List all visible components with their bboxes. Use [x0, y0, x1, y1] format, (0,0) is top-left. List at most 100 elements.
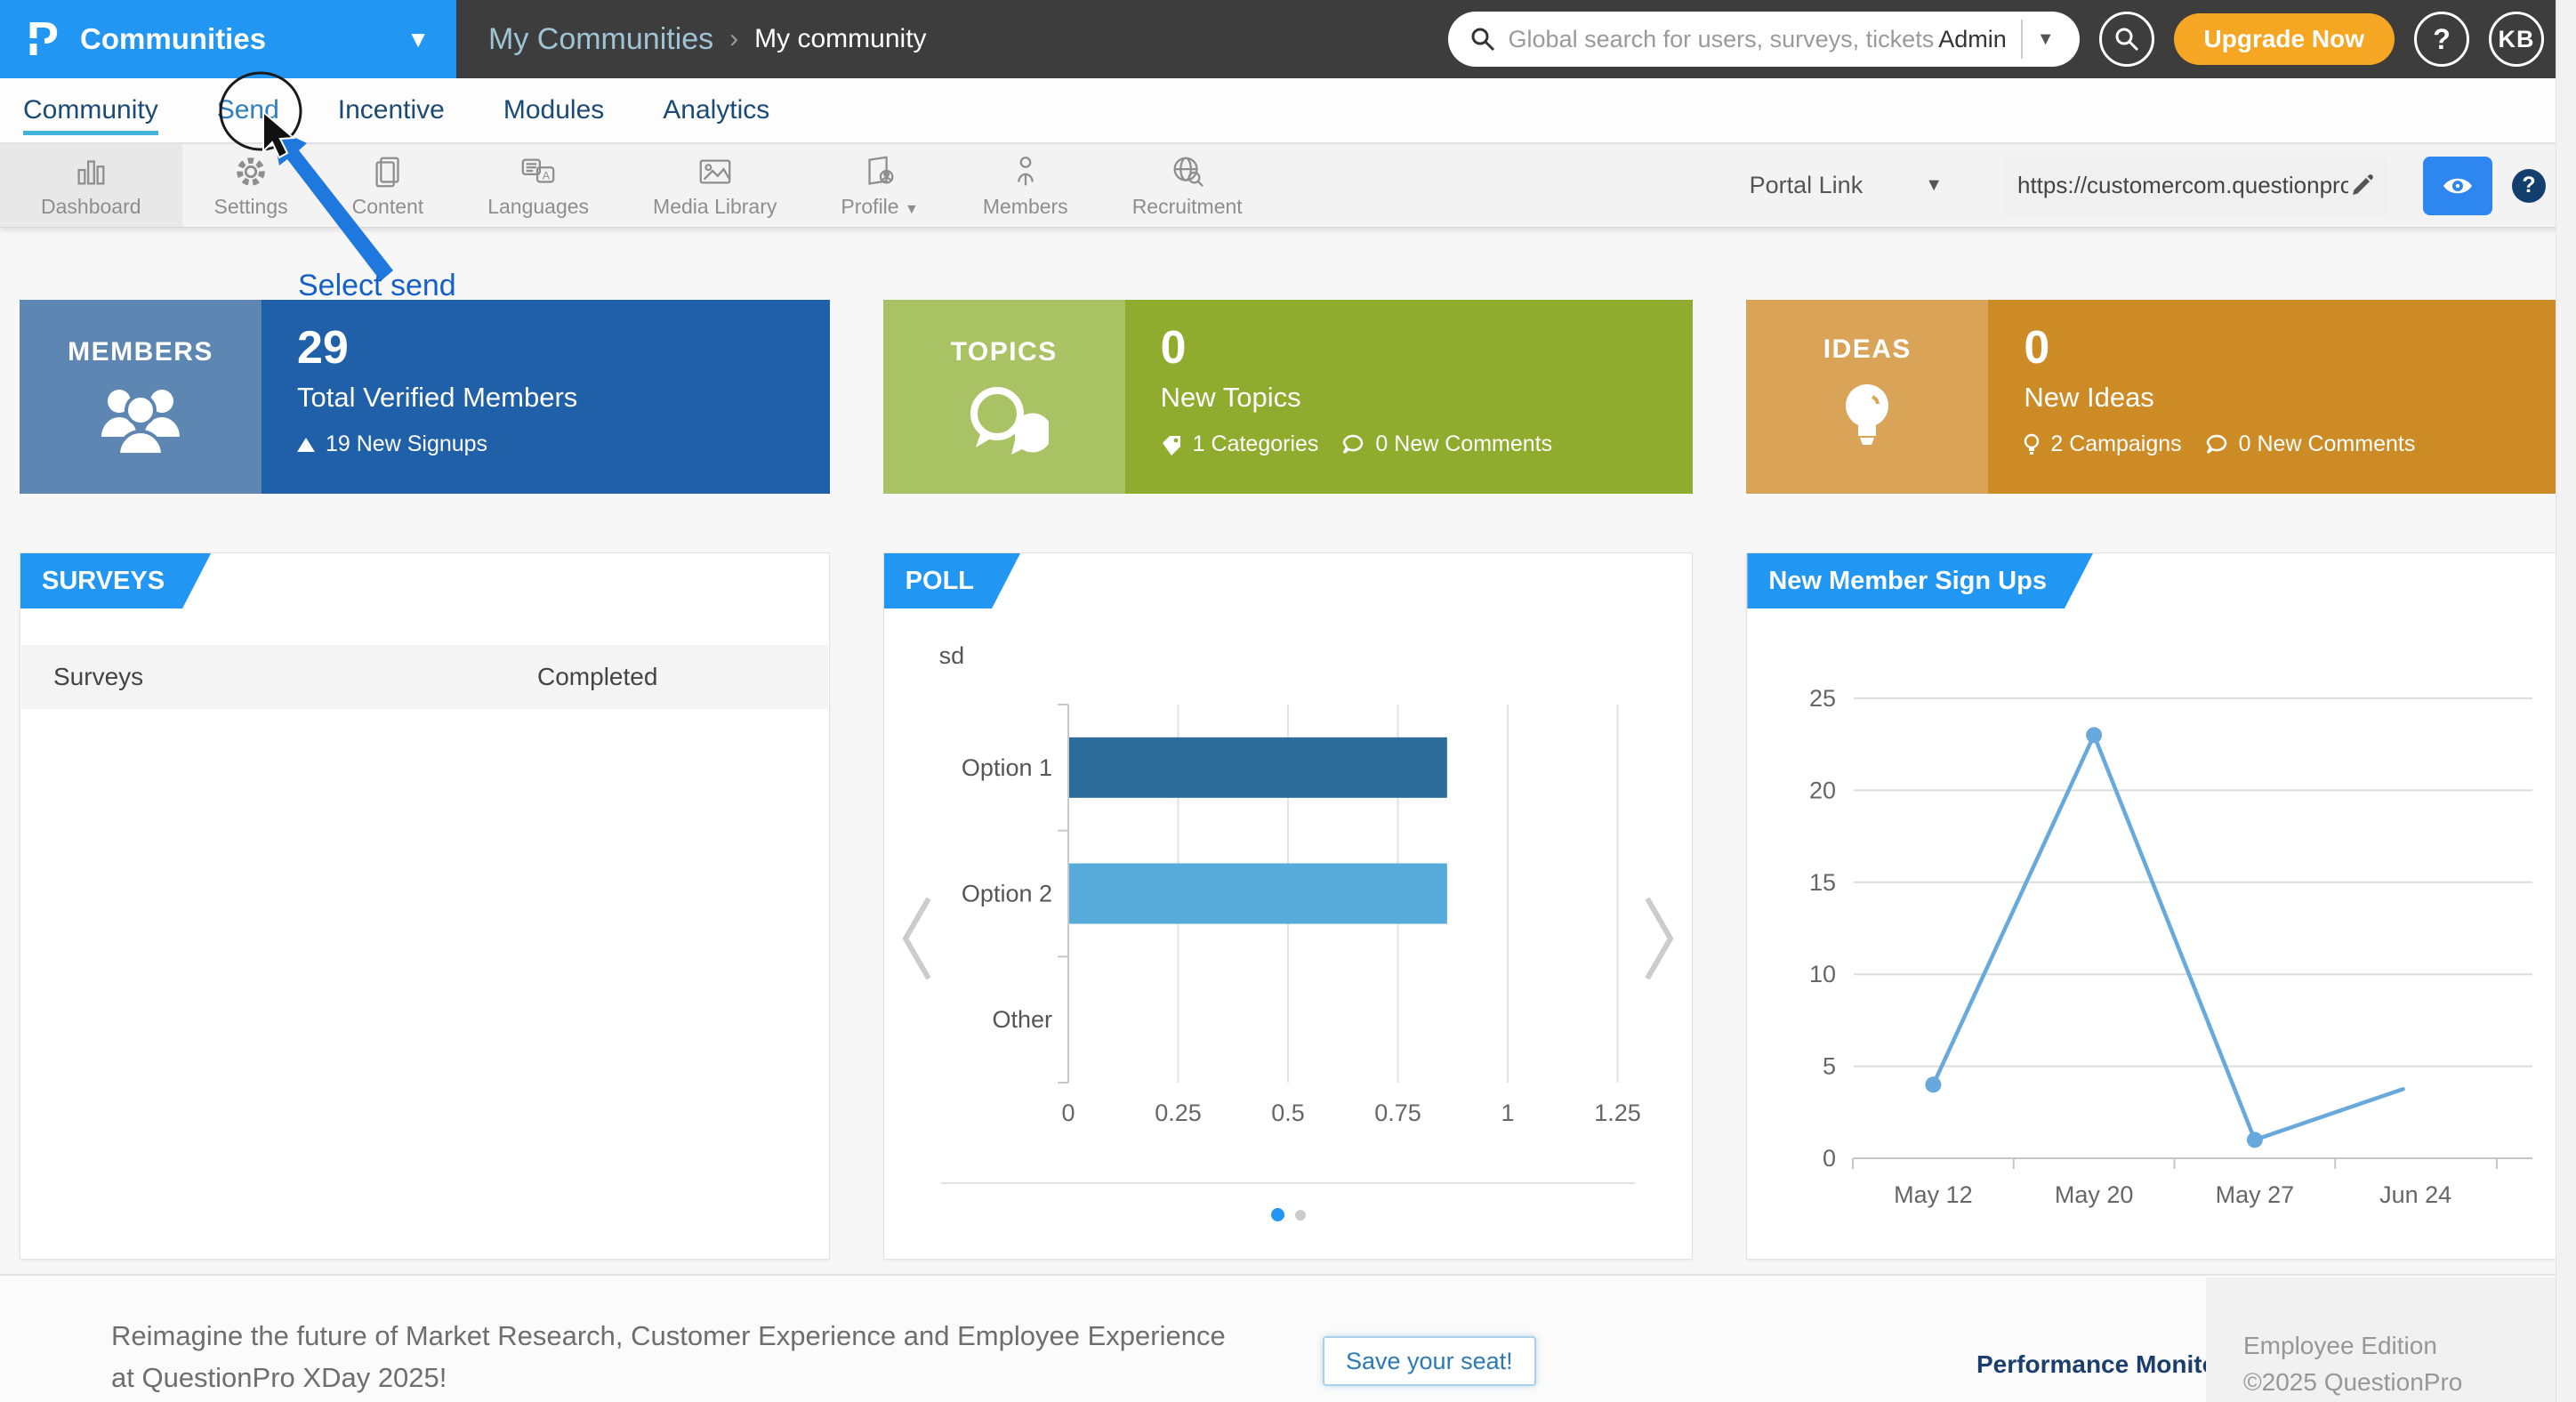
members-group-icon	[94, 382, 187, 456]
product-switcher[interactable]: P Communities ▼	[0, 0, 456, 78]
top-header: P Communities ▼ My Communities › My comm…	[0, 0, 2576, 78]
questionpro-logo-icon: P	[27, 15, 59, 63]
eye-icon	[2440, 173, 2475, 199]
performance-monitor-link[interactable]: Performance Monitor	[1976, 1350, 2227, 1379]
breadcrumb-separator: ›	[729, 24, 738, 54]
svg-text:1.25: 1.25	[1594, 1100, 1641, 1126]
lightbulb-icon	[1839, 379, 1896, 459]
svg-text:May 12: May 12	[1894, 1181, 1973, 1208]
svg-text:1: 1	[1501, 1100, 1514, 1126]
pencil-icon[interactable]	[2348, 173, 2375, 199]
globe-search-icon	[1169, 153, 1206, 190]
portal-link-select[interactable]: Portal Link ▼	[1750, 172, 1943, 199]
profile-folder-icon	[861, 153, 898, 190]
chevron-down-icon[interactable]: ▼	[407, 26, 430, 53]
surveys-table-header: Surveys Completed	[21, 645, 828, 709]
toolbar-item-content[interactable]: Content	[320, 144, 456, 227]
chevron-down-icon[interactable]: ▼	[2037, 29, 2055, 50]
copyright: ©2025 QuestionPro	[2243, 1364, 2576, 1400]
svg-text:A: A	[543, 169, 551, 181]
svg-text:20: 20	[1809, 777, 1836, 803]
preview-portal-button[interactable]	[2423, 157, 2492, 215]
vertical-scrollbar[interactable]	[2556, 0, 2576, 1402]
footer: Reimagine the future of Market Research,…	[0, 1274, 2576, 1402]
svg-text:May 20: May 20	[2055, 1181, 2134, 1208]
toolbar-item-recruitment[interactable]: Recruitment	[1100, 144, 1275, 227]
card-label: MEMBERS	[68, 337, 213, 367]
edition-label: Employee Edition	[2243, 1327, 2576, 1364]
tab-send[interactable]: Send	[217, 95, 279, 125]
search-scope-value[interactable]: Admin	[1938, 26, 2007, 53]
xday-announcement: Reimagine the future of Market Research,…	[111, 1315, 1226, 1398]
comments-meta: 0 New Comments	[2239, 431, 2416, 457]
carousel-next-button[interactable]	[1638, 890, 1679, 987]
edition-block: Employee Edition ©2025 QuestionPro	[2206, 1277, 2576, 1402]
bulb-small-icon	[2024, 433, 2040, 456]
svg-text:0: 0	[1823, 1145, 1836, 1172]
toolbar-item-languages[interactable]: A Languages	[455, 144, 621, 227]
global-search-input[interactable]: Global search for users, surveys, ticket…	[1448, 12, 2080, 67]
divider	[941, 1182, 1636, 1184]
svg-text:0.75: 0.75	[1374, 1100, 1421, 1126]
card-label: IDEAS	[1823, 334, 1912, 365]
user-avatar[interactable]: KB	[2489, 12, 2544, 67]
comments-meta: 0 New Comments	[1375, 431, 1552, 457]
portal-help-button[interactable]: ?	[2512, 169, 2546, 203]
carousel-dot[interactable]	[1271, 1208, 1284, 1221]
arrow-up-icon	[297, 438, 315, 452]
image-icon	[696, 153, 734, 190]
categories-meta: 1 Categories	[1193, 431, 1319, 457]
chevron-down-icon: ▼	[1925, 175, 1943, 196]
poll-panel: POLL sd 00.250.50.7511.25Option 1Option …	[883, 552, 1694, 1260]
search-icon	[2113, 26, 2140, 52]
upgrade-now-button[interactable]: Upgrade Now	[2174, 13, 2395, 65]
translate-icon: A	[519, 153, 557, 190]
svg-text:0.25: 0.25	[1155, 1100, 1202, 1126]
gear-icon	[232, 153, 270, 190]
toolbar-item-profile[interactable]: Profile ▼	[809, 144, 950, 227]
svg-text:0: 0	[1061, 1100, 1075, 1126]
breadcrumb-bar: My Communities › My community Global sea…	[456, 0, 2576, 78]
divider	[2021, 20, 2023, 59]
main-nav-tabs: Community Send Incentive Modules Analyti…	[0, 78, 2576, 144]
carousel-prev-button[interactable]	[897, 890, 938, 987]
toolbar-item-dashboard[interactable]: Dashboard	[0, 144, 182, 227]
tag-icon	[1161, 434, 1182, 455]
comment-icon	[2205, 434, 2228, 455]
toolbar-item-members[interactable]: Members	[951, 144, 1100, 227]
person-icon	[1007, 153, 1044, 190]
portal-url-field[interactable]: https://customercom.questionpro.cc	[2005, 157, 2387, 215]
toolbar-item-settings[interactable]: Settings	[182, 144, 320, 227]
poll-bar-chart: 00.250.50.7511.25Option 1Option 2Other	[884, 687, 1692, 1256]
tab-incentive[interactable]: Incentive	[338, 95, 445, 125]
portal-url-value: https://customercom.questionpro.cc	[2017, 172, 2348, 199]
ideas-subtitle: New Ideas	[2024, 382, 2556, 414]
comment-icon	[1341, 434, 1364, 455]
tab-community[interactable]: Community	[23, 95, 158, 125]
members-subtitle: Total Verified Members	[297, 382, 830, 414]
breadcrumb-parent-link[interactable]: My Communities	[488, 22, 713, 57]
svg-text:Option 1: Option 1	[962, 754, 1052, 781]
tab-analytics[interactable]: Analytics	[663, 95, 769, 125]
search-submit-button[interactable]	[2099, 12, 2154, 67]
campaigns-meta: 2 Campaigns	[2050, 431, 2181, 457]
signups-line-chart: 2520151050May 12May 20May 27Jun 24	[1747, 669, 2555, 1238]
search-icon	[1469, 26, 1496, 52]
carousel-dot[interactable]	[1295, 1210, 1306, 1221]
topics-stat-card[interactable]: TOPICS 0 New Topics 1 Categories	[883, 300, 1694, 494]
column-surveys[interactable]: Surveys	[53, 663, 143, 691]
svg-text:25: 25	[1809, 685, 1836, 712]
topics-subtitle: New Topics	[1161, 382, 1694, 414]
ideas-stat-card[interactable]: IDEAS 0 New Ideas 2 Campaigns 0	[1746, 300, 2556, 494]
toolbar-item-media-library[interactable]: Media Library	[621, 144, 809, 227]
carousel-dots[interactable]	[884, 1208, 1693, 1221]
poll-ribbon: POLL	[884, 553, 1020, 608]
signups-ribbon: New Member Sign Ups	[1747, 553, 2093, 608]
help-button[interactable]: ?	[2414, 12, 2469, 67]
tab-modules[interactable]: Modules	[503, 95, 604, 125]
svg-text:Jun 24: Jun 24	[2379, 1181, 2451, 1208]
bar-chart-icon	[72, 153, 109, 190]
members-stat-card[interactable]: MEMBERS 29 Total Verified Members 19 New…	[20, 300, 830, 494]
save-your-seat-button[interactable]: Save your seat!	[1323, 1336, 1536, 1386]
column-completed[interactable]: Completed	[537, 663, 657, 691]
